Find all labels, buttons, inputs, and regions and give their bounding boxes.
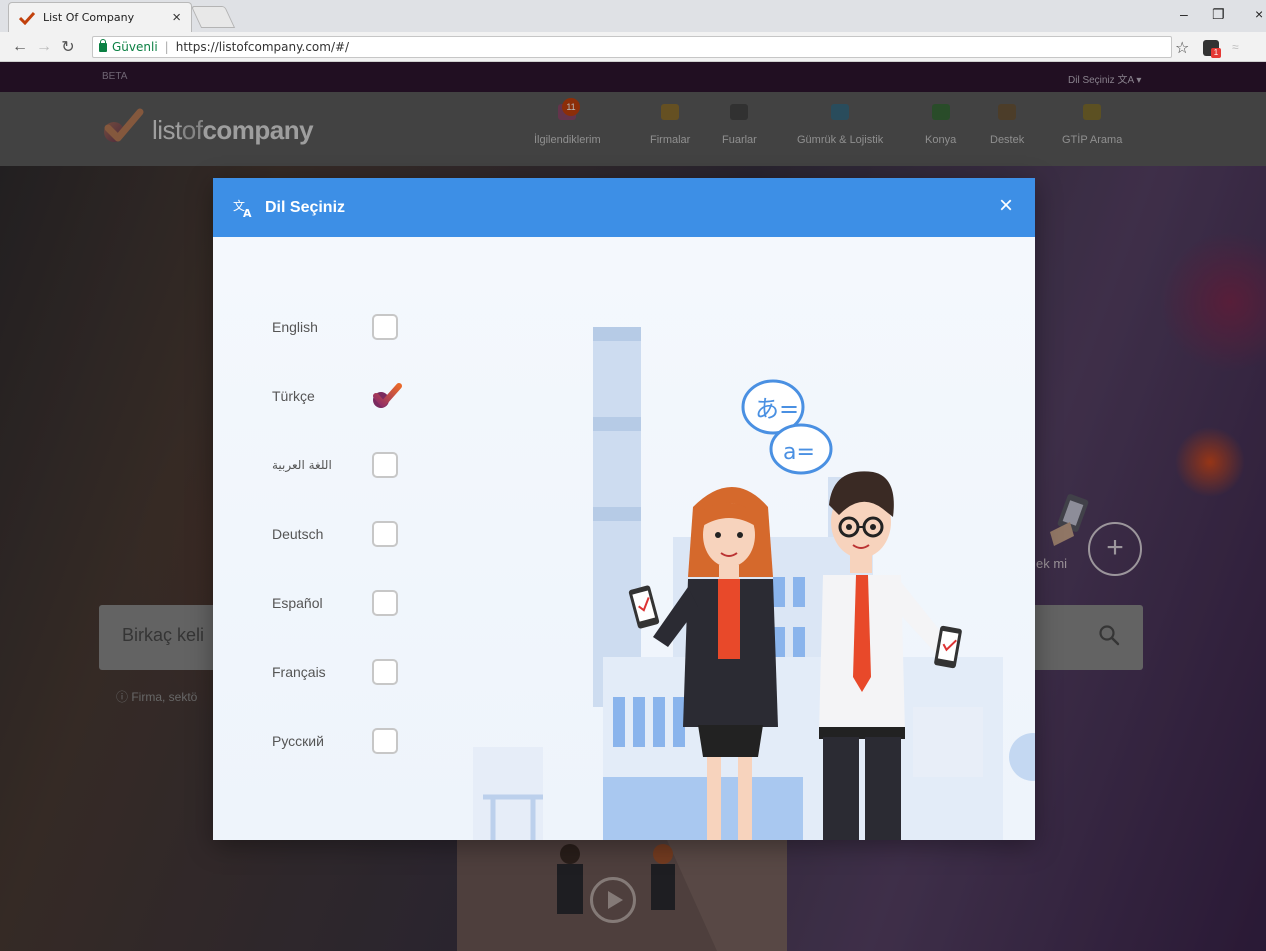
language-option-spanish[interactable]: Español (272, 588, 402, 618)
language-checkbox[interactable] (372, 521, 398, 547)
modal-body: あ= a= English Türkçe اللغة العربية Deuts… (213, 237, 1035, 840)
omnibox-separator: | (164, 40, 169, 54)
brand-check-icon[interactable] (372, 382, 402, 410)
translate-icon: 文 A (233, 198, 252, 218)
language-checkbox[interactable] (372, 452, 398, 478)
language-checkbox[interactable] (372, 728, 398, 754)
window-close-icon[interactable]: × (1255, 6, 1263, 22)
language-label: English (272, 319, 318, 335)
language-checkbox[interactable] (372, 659, 398, 685)
language-label: Русский (272, 733, 324, 749)
forward-icon[interactable]: → (32, 38, 56, 56)
language-label: Deutsch (272, 526, 324, 542)
site-favicon (19, 11, 35, 25)
language-modal: 文 A Dil Seçiniz × あ= a= English Türkçe ا… (213, 178, 1035, 840)
modal-title: Dil Seçiniz (265, 198, 346, 216)
bookmark-star-icon[interactable]: ☆ (1175, 38, 1189, 58)
language-option-russian[interactable]: Русский (272, 726, 402, 756)
modal-header: 文 A Dil Seçiniz × (213, 178, 1035, 237)
language-label: Türkçe (272, 388, 315, 404)
language-option-english[interactable]: English (272, 312, 402, 342)
browser-tabstrip: List Of Company × – ❐ × (0, 0, 1266, 32)
language-option-turkish[interactable]: Türkçe (272, 381, 402, 411)
language-illustration: あ= a= (473, 327, 1035, 840)
back-icon[interactable]: ← (8, 38, 32, 56)
extension-2-icon[interactable]: ≈ (1232, 40, 1239, 54)
language-label: Español (272, 595, 323, 611)
extension-badge: 1 (1211, 48, 1221, 58)
language-option-arabic[interactable]: اللغة العربية (272, 450, 402, 480)
tab-title: List Of Company (43, 11, 135, 24)
bubble-latin: a= (783, 440, 815, 465)
reload-icon[interactable]: ↻ (56, 37, 80, 57)
language-label: اللغة العربية (272, 458, 332, 472)
browser-toolbar: ← → ↻ Güvenli | https://listofcompany.co… (0, 32, 1266, 62)
new-tab-button[interactable] (190, 6, 236, 28)
language-checkbox[interactable] (372, 314, 398, 340)
tab-close-icon[interactable]: × (172, 9, 181, 26)
modal-close-icon[interactable]: × (999, 194, 1013, 218)
lock-icon (99, 38, 107, 52)
url-text: https://listofcompany.com/#/ (175, 40, 350, 54)
secure-indicator[interactable]: Güvenli (99, 38, 158, 54)
language-option-french[interactable]: Français (272, 657, 402, 687)
bubble-japanese: あ= (755, 395, 799, 423)
restore-icon[interactable]: ❐ (1212, 6, 1225, 23)
language-label: Français (272, 664, 326, 680)
svg-text:A: A (243, 207, 252, 218)
language-option-german[interactable]: Deutsch (272, 519, 402, 549)
browser-tab[interactable]: List Of Company × (8, 2, 192, 32)
minimize-icon[interactable]: – (1180, 6, 1188, 22)
secure-label: Güvenli (112, 40, 158, 54)
address-bar[interactable]: Güvenli | https://listofcompany.com/#/ (92, 36, 1172, 58)
language-checkbox[interactable] (372, 590, 398, 616)
